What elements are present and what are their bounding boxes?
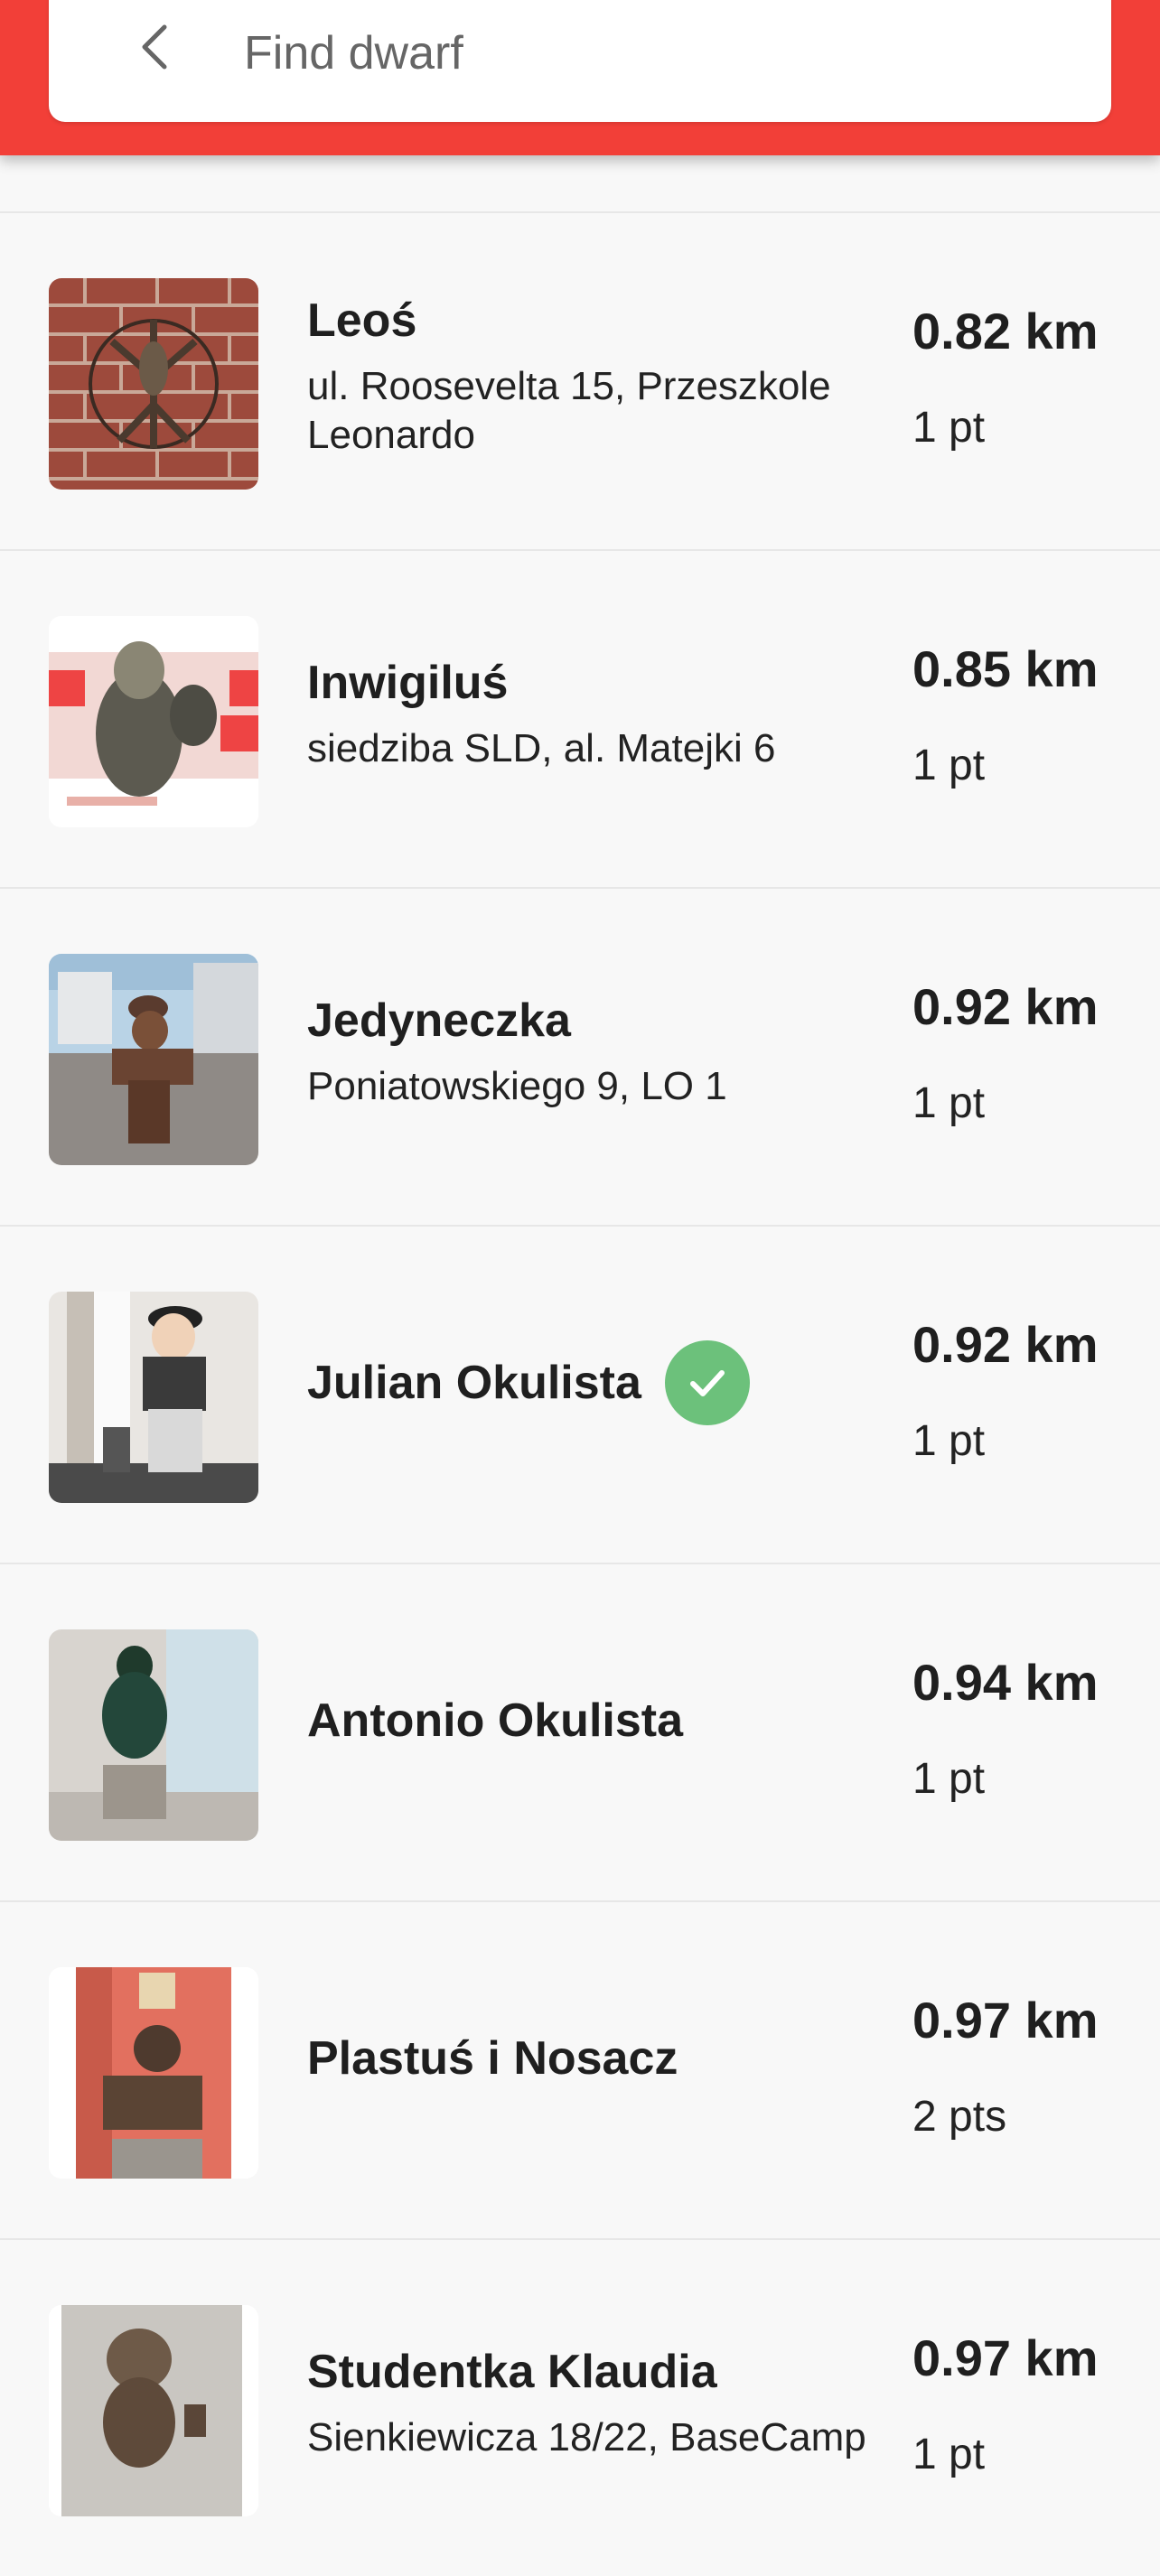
dwarf-list-item[interactable]: Leoś ul. Roosevelta 15, Przeszkole Leona… bbox=[0, 211, 1160, 549]
dwarf-photo bbox=[49, 278, 258, 490]
dwarf-list-item[interactable]: Inwigiluś siedziba SLD, al. Matejki 6 0.… bbox=[0, 549, 1160, 887]
dwarf-distance: 0.92 km bbox=[912, 1316, 1099, 1373]
dwarf-name: Plastuś i Nosacz bbox=[307, 2032, 678, 2085]
dwarf-name: Leoś bbox=[307, 294, 417, 347]
dwarf-distance: 0.97 km bbox=[912, 2329, 1099, 2386]
dwarf-points: 1 pt bbox=[912, 1417, 986, 1465]
dwarf-name: Jedyneczka bbox=[307, 994, 571, 1047]
dwarf-photo bbox=[49, 1967, 258, 2179]
dwarf-distance: 0.97 km bbox=[912, 1992, 1099, 2049]
dwarf-photo bbox=[49, 1629, 258, 1841]
dwarf-name-line: Julian Okulista bbox=[307, 1340, 867, 1425]
dwarf-list-item[interactable]: Antonio Okulista 0.94 km 1 pt bbox=[0, 1563, 1160, 1900]
dwarf-name: Julian Okulista bbox=[307, 1357, 641, 1409]
dwarf-info: Jedyneczka Poniatowskiego 9, LO 1 bbox=[307, 961, 867, 1142]
dwarf-info: Antonio Okulista bbox=[307, 1637, 867, 1817]
dwarf-list-item[interactable]: Julian Okulista 0.92 km 1 pt bbox=[0, 1225, 1160, 1563]
dwarf-name-line: Antonio Okulista bbox=[307, 1692, 867, 1750]
dwarf-list-item[interactable]: Jedyneczka Poniatowskiego 9, LO 1 0.92 k… bbox=[0, 887, 1160, 1225]
dwarf-list: Leoś ul. Roosevelta 15, Przeszkole Leona… bbox=[0, 211, 1160, 2576]
dwarf-points: 1 pt bbox=[912, 742, 986, 789]
dwarf-points: 1 pt bbox=[912, 1755, 986, 1803]
dwarf-photo bbox=[49, 1292, 258, 1503]
dwarf-photo bbox=[49, 2305, 258, 2516]
back-button[interactable] bbox=[128, 22, 182, 76]
search-bar bbox=[49, 0, 1111, 122]
dwarf-name: Antonio Okulista bbox=[307, 1694, 683, 1747]
dwarf-info: Inwigiluś siedziba SLD, al. Matejki 6 bbox=[307, 623, 867, 804]
dwarf-list-item[interactable]: Studentka Klaudia Sienkiewicza 18/22, Ba… bbox=[0, 2238, 1160, 2576]
dwarf-points: 2 pts bbox=[912, 2093, 1007, 2141]
top-app-bar bbox=[0, 0, 1160, 155]
dwarf-info: Julian Okulista bbox=[307, 1299, 867, 1479]
search-input[interactable] bbox=[242, 18, 1059, 89]
dwarf-name-line: Leoś bbox=[307, 292, 867, 350]
dwarf-name: Studentka Klaudia bbox=[307, 2346, 717, 2398]
dwarf-info: Studentka Klaudia Sienkiewicza 18/22, Ba… bbox=[307, 2312, 867, 2493]
check-circle-icon bbox=[664, 1340, 750, 1425]
chevron-left-icon bbox=[137, 22, 173, 77]
dwarf-name-line: Studentka Klaudia bbox=[307, 2343, 867, 2401]
dwarf-points: 1 pt bbox=[912, 404, 986, 452]
dwarf-photo bbox=[49, 616, 258, 827]
dwarf-distance: 0.94 km bbox=[912, 1654, 1099, 1711]
dwarf-list-item[interactable]: Plastuś i Nosacz 0.97 km 2 pts bbox=[0, 1900, 1160, 2238]
dwarf-points: 1 pt bbox=[912, 1079, 986, 1127]
dwarf-name: Inwigiluś bbox=[307, 657, 509, 709]
dwarf-name-line: Plastuś i Nosacz bbox=[307, 2030, 867, 2087]
dwarf-name-line: Inwigiluś bbox=[307, 654, 867, 712]
dwarf-photo bbox=[49, 954, 258, 1165]
dwarf-info: Leoś ul. Roosevelta 15, Przeszkole Leona… bbox=[307, 285, 867, 466]
dwarf-address: Poniatowskiego 9, LO 1 bbox=[307, 1064, 727, 1108]
dwarf-points: 1 pt bbox=[912, 2431, 986, 2478]
dwarf-distance: 0.82 km bbox=[912, 303, 1099, 359]
dwarf-address: siedziba SLD, al. Matejki 6 bbox=[307, 726, 776, 770]
dwarf-distance: 0.85 km bbox=[912, 640, 1099, 697]
dwarf-address: ul. Roosevelta 15, Przeszkole Leonardo bbox=[307, 364, 831, 457]
dwarf-distance: 0.92 km bbox=[912, 978, 1099, 1035]
dwarf-address: Sienkiewicza 18/22, BaseCamp bbox=[307, 2415, 866, 2459]
dwarf-info: Plastuś i Nosacz bbox=[307, 1974, 867, 2155]
dwarf-name-line: Jedyneczka bbox=[307, 992, 867, 1050]
